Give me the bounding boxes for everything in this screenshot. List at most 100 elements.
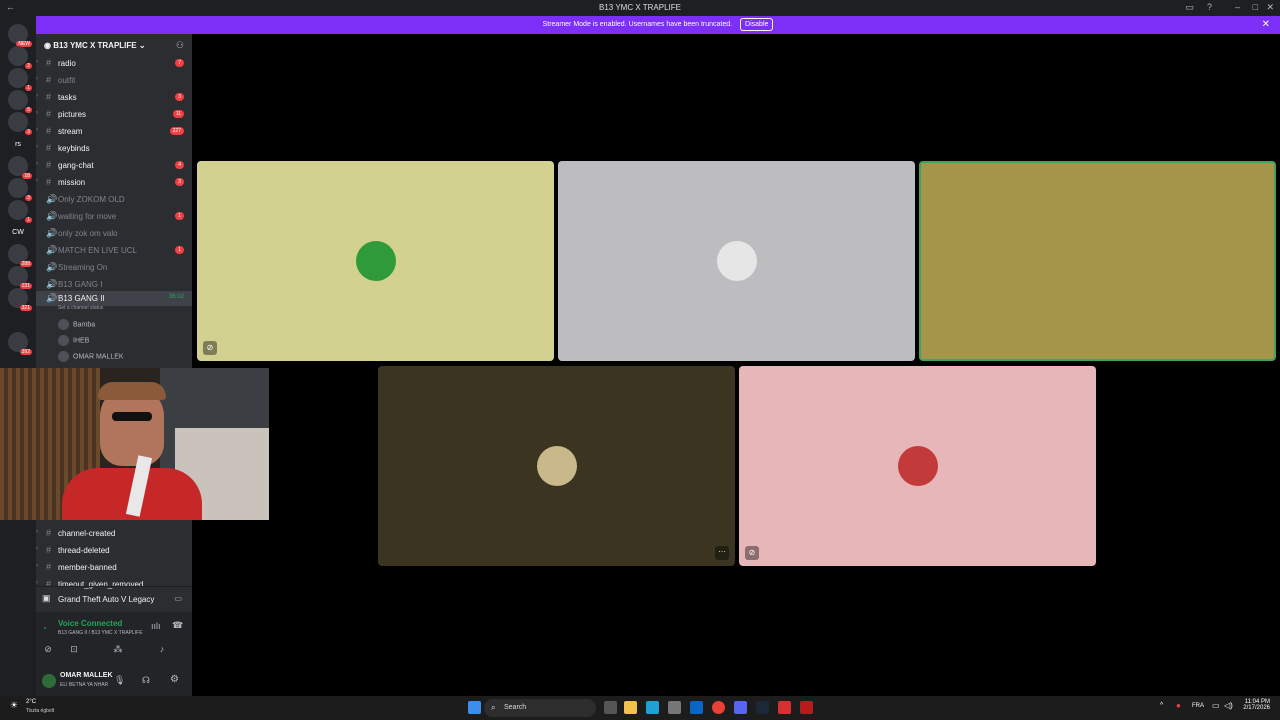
windows-start-icon[interactable] [468,701,481,714]
disconnect-icon[interactable]: ☎ [172,620,183,631]
server-icon-11[interactable]: 131 [8,266,32,289]
microphone-icon[interactable]: 🎙 [114,675,125,686]
task-view-icon[interactable] [604,701,617,714]
add-member-icon[interactable]: ⚇ [176,40,184,51]
channel-status-prompt[interactable]: Set a channel status [58,305,103,311]
steam-icon[interactable] [756,701,769,714]
lower-channel-1[interactable]: › # thread-deleted [36,543,192,558]
server-icon-3[interactable]: 5 [8,90,32,113]
close-window-icon[interactable]: ✕ [1266,2,1274,13]
collapse-arrow-icon[interactable]: › [36,546,38,552]
server-icon-13[interactable] [8,310,28,330]
channel-4[interactable]: › # stream 227 [36,124,192,139]
chrome-icon[interactable] [712,701,725,714]
screen-share-icon[interactable]: ▭ [174,594,182,603]
screen-share-button-icon[interactable]: ⊡ [68,644,80,655]
hash-icon: # [46,177,52,187]
lower-channel-0[interactable]: › # channel-created [36,526,192,541]
video-tile-4[interactable]: ⊘ [739,366,1096,566]
channel-10[interactable]: 🔊 only zok om valo [36,226,192,241]
riot-client-icon[interactable] [800,701,813,714]
maximize-icon[interactable]: □ [1253,2,1258,12]
channel-8[interactable]: 🔊 Only ZOKOM OLD [36,192,192,207]
collapse-arrow-icon[interactable]: › [36,59,38,65]
server-icon-1[interactable]: 2 [8,46,32,69]
more-options-icon[interactable]: ··· [715,546,729,560]
channel-0[interactable]: › # radio 7 [36,56,192,71]
outlook-icon[interactable] [690,701,703,714]
minimize-icon[interactable]: – [1235,2,1240,12]
collapse-arrow-icon[interactable]: › [36,529,38,535]
server-icon-10[interactable]: 288 [8,244,32,267]
signal-icon[interactable]: ◔ [42,624,47,633]
collapse-arrow-icon[interactable]: › [36,178,38,184]
server-icon-0[interactable]: NEW [8,24,32,47]
server-icon-8[interactable]: 1 [8,200,32,223]
video-tile-3[interactable]: ··· [378,366,735,566]
pin-icon[interactable]: ⊘ [745,546,759,560]
channel-2[interactable]: › # tasks 3 [36,90,192,105]
volume-icon[interactable]: ◁) [1224,701,1233,710]
channel-6[interactable]: › # gang-chat 4 [36,158,192,173]
disable-streamer-mode-button[interactable]: Disable [740,18,774,31]
store-icon[interactable] [668,701,681,714]
channel-13[interactable]: 🔊 B13 GANG I [36,277,192,292]
collapse-arrow-icon[interactable]: › [36,110,38,116]
inbox-icon[interactable]: ▭ [1185,2,1194,13]
channel-1[interactable]: › # outfit [36,73,192,88]
server-icon-12[interactable]: 321 [8,288,32,311]
voice-user[interactable]: IHEB [58,335,89,346]
collapse-arrow-icon[interactable]: › [36,144,38,150]
headphones-icon[interactable]: ☊ [142,675,150,686]
collapse-arrow-icon[interactable]: › [36,93,38,99]
camera-off-icon[interactable]: ⊘ [26,644,70,655]
user-avatar[interactable] [42,674,56,688]
voice-user[interactable]: OMAR MALLEK [58,351,124,362]
lower-channel-2[interactable]: › # member-banned [36,560,192,575]
weather-icon[interactable]: ☀ [10,700,18,711]
channel-7[interactable]: › # mission 3 [36,175,192,190]
active-voice-channel[interactable]: 🔊 B13 GANG II 36:02 [36,291,192,306]
close-banner-icon[interactable]: ✕ [1262,16,1270,34]
channel-3[interactable]: › # pictures 11 [36,107,192,122]
file-explorer-icon[interactable] [624,701,637,714]
pin-icon[interactable]: ⊘ [203,341,217,355]
channel-label: tasks [58,93,77,102]
activity-bar[interactable]: ▣ Grand Theft Auto V Legacy ▭ [36,586,192,610]
channel-11[interactable]: 🔊 MATCH EN LIVE UCL 1 [36,243,192,258]
discord-icon[interactable] [734,701,747,714]
server-name-header[interactable]: ◉ B13 YMC X TRAPLIFE ⌄ [44,41,146,50]
server-icon-4[interactable]: 3 [8,112,32,135]
server-icon-2[interactable]: 1 [8,68,32,91]
valorant-icon[interactable] [778,701,791,714]
settings-gear-icon[interactable]: ⚙ [170,674,179,685]
activities-icon[interactable]: ⁂ [112,644,124,655]
voice-channel-path[interactable]: B13 GANG II / B13 YMC X TRAPLIFE [58,630,143,636]
edge-icon[interactable] [646,701,659,714]
soundboard-icon[interactable]: ♪ [156,644,168,654]
language-indicator[interactable]: FRA [1192,703,1204,709]
collapse-arrow-icon[interactable]: › [36,563,38,569]
collapse-arrow-icon[interactable]: › [36,161,38,167]
network-icon[interactable]: ▭ [1212,701,1220,710]
video-tile-0[interactable]: ⊘ [197,161,554,361]
mic-in-use-icon[interactable]: ● [1176,701,1181,710]
video-tile-1[interactable] [558,161,915,361]
collapse-arrow-icon[interactable]: › [36,76,38,82]
video-tile-2[interactable] [919,161,1276,361]
server-icon-5[interactable]: rs [8,134,28,154]
server-icon-7[interactable]: 3 [8,178,32,201]
server-icon-6[interactable]: 18 [8,156,32,179]
tray-chevron-icon[interactable]: ^ [1160,702,1163,709]
taskbar-search[interactable]: ⌕ Search [484,699,596,717]
server-icon-14[interactable]: 392 [8,332,32,355]
help-icon[interactable]: ? [1207,2,1212,12]
channel-5[interactable]: › # keybinds [36,141,192,156]
voice-user[interactable]: Bamba [58,319,95,330]
collapse-arrow-icon[interactable]: › [36,127,38,133]
server-icon-9[interactable]: CW [8,222,28,242]
clock[interactable]: 11:04 PM 2/17/2026 [1243,699,1270,711]
channel-12[interactable]: 🔊 Streaming On [36,260,192,275]
channel-9[interactable]: 🔊 waiting for move 1 [36,209,192,224]
noise-suppression-icon[interactable]: ıılı [151,621,161,631]
